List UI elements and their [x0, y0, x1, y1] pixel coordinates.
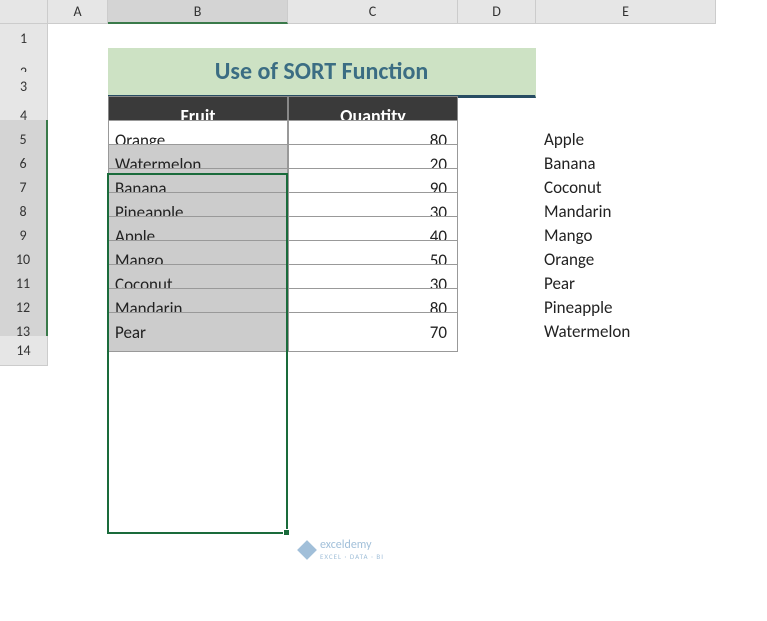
- fill-handle[interactable]: [283, 529, 290, 536]
- watermark-brand: exceldemy: [320, 538, 372, 552]
- cell-E14[interactable]: [536, 336, 716, 366]
- col-header-C[interactable]: C: [288, 0, 458, 24]
- select-all-corner[interactable]: [0, 0, 48, 24]
- cell-A14[interactable]: [48, 336, 108, 366]
- col-header-A[interactable]: A: [48, 0, 108, 24]
- logo-icon: [297, 540, 317, 560]
- watermark-tagline: EXCEL · DATA · BI: [320, 552, 384, 561]
- watermark: exceldemy EXCEL · DATA · BI: [300, 538, 384, 561]
- col-header-E[interactable]: E: [536, 0, 716, 24]
- col-header-B[interactable]: B: [108, 0, 288, 24]
- col-header-D[interactable]: D: [458, 0, 536, 24]
- cell-D14[interactable]: [458, 336, 536, 366]
- row-header-14[interactable]: 14: [0, 336, 48, 366]
- cell-B14[interactable]: [108, 336, 288, 366]
- cell-C14[interactable]: [288, 336, 458, 366]
